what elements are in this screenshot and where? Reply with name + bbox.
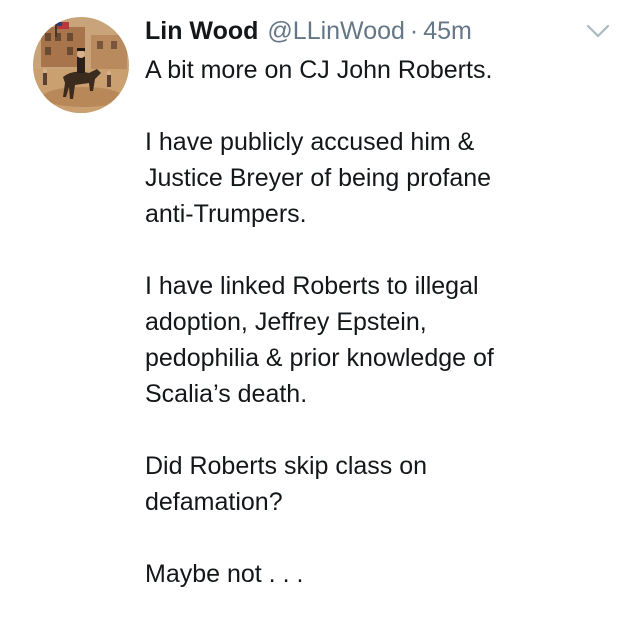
tweet-timestamp[interactable]: 45m [423, 14, 472, 48]
tweet-line: I have publicly accused him & [145, 128, 475, 156]
tweet: Lin Wood @LLinWood · 45m A bit more on C… [0, 0, 640, 594]
tweet-line: anti-Trumpers. [145, 200, 307, 228]
avatar-painting-icon [33, 17, 129, 113]
tweet-line: pedophilia & prior knowledge of [145, 344, 494, 372]
tweet-line: Maybe not . . . [145, 560, 304, 588]
tweet-line: Scalia’s death. [145, 380, 308, 408]
author-name[interactable]: Lin Wood [145, 14, 258, 48]
tweet-paragraph: Maybe not . . . [145, 556, 615, 592]
tweet-text: A bit more on CJ John Roberts. I have pu… [145, 52, 615, 628]
tweet-line: adoption, Jeffrey Epstein, [145, 308, 427, 336]
tweet-line: defamation? [145, 488, 283, 516]
avatar[interactable] [33, 17, 129, 113]
tweet-line: Justice Breyer of being profane [145, 164, 492, 192]
tweet-paragraph: I have linked Roberts to illegal adoptio… [145, 268, 615, 412]
header-separator: · [409, 17, 419, 45]
tweet-line: Did Roberts skip class on [145, 452, 428, 480]
tweet-menu-button[interactable] [586, 22, 610, 40]
author-handle[interactable]: @LLinWood [267, 14, 405, 48]
tweet-line: A bit more on CJ John Roberts. [145, 56, 493, 84]
tweet-header: Lin Wood @LLinWood · 45m [145, 14, 472, 48]
tweet-line: I have linked Roberts to illegal [145, 272, 479, 300]
chevron-down-icon [586, 24, 610, 38]
tweet-paragraph: A bit more on CJ John Roberts. [145, 52, 615, 88]
tweet-paragraph: I have publicly accused him & Justice Br… [145, 124, 615, 232]
tweet-paragraph: Did Roberts skip class on defamation? [145, 448, 615, 520]
